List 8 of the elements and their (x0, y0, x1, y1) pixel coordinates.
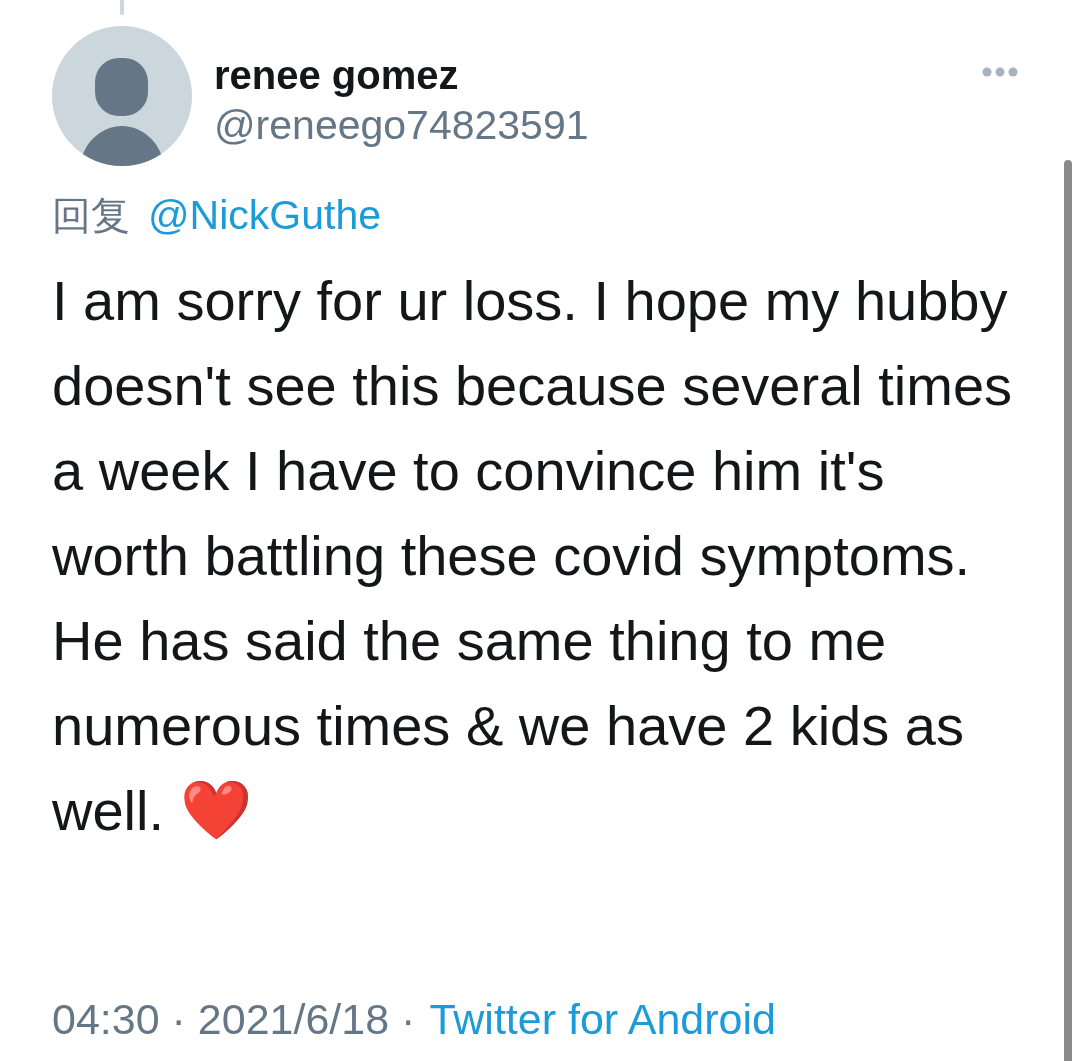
source-link[interactable]: Twitter for Android (429, 994, 776, 1044)
avatar-icon[interactable] (52, 26, 192, 166)
tweet-text: I am sorry for ur loss. I hope my hubby doesn't see this because several times a week I have to convince him it's worth battling these covid symptoms. He has said the same thing to me numerous times & we have 2 kids as well. ❤ (52, 268, 1014, 846)
reply-label: 回复 (52, 192, 130, 240)
mention-link[interactable]: @NickGuthe (148, 191, 382, 239)
tweet-timestamp: 04:30 · 2021/6/18 · (52, 994, 416, 1044)
author-name[interactable]: renee gomez (214, 50, 589, 100)
author-handle[interactable]: @reneego74823591 (214, 100, 589, 150)
